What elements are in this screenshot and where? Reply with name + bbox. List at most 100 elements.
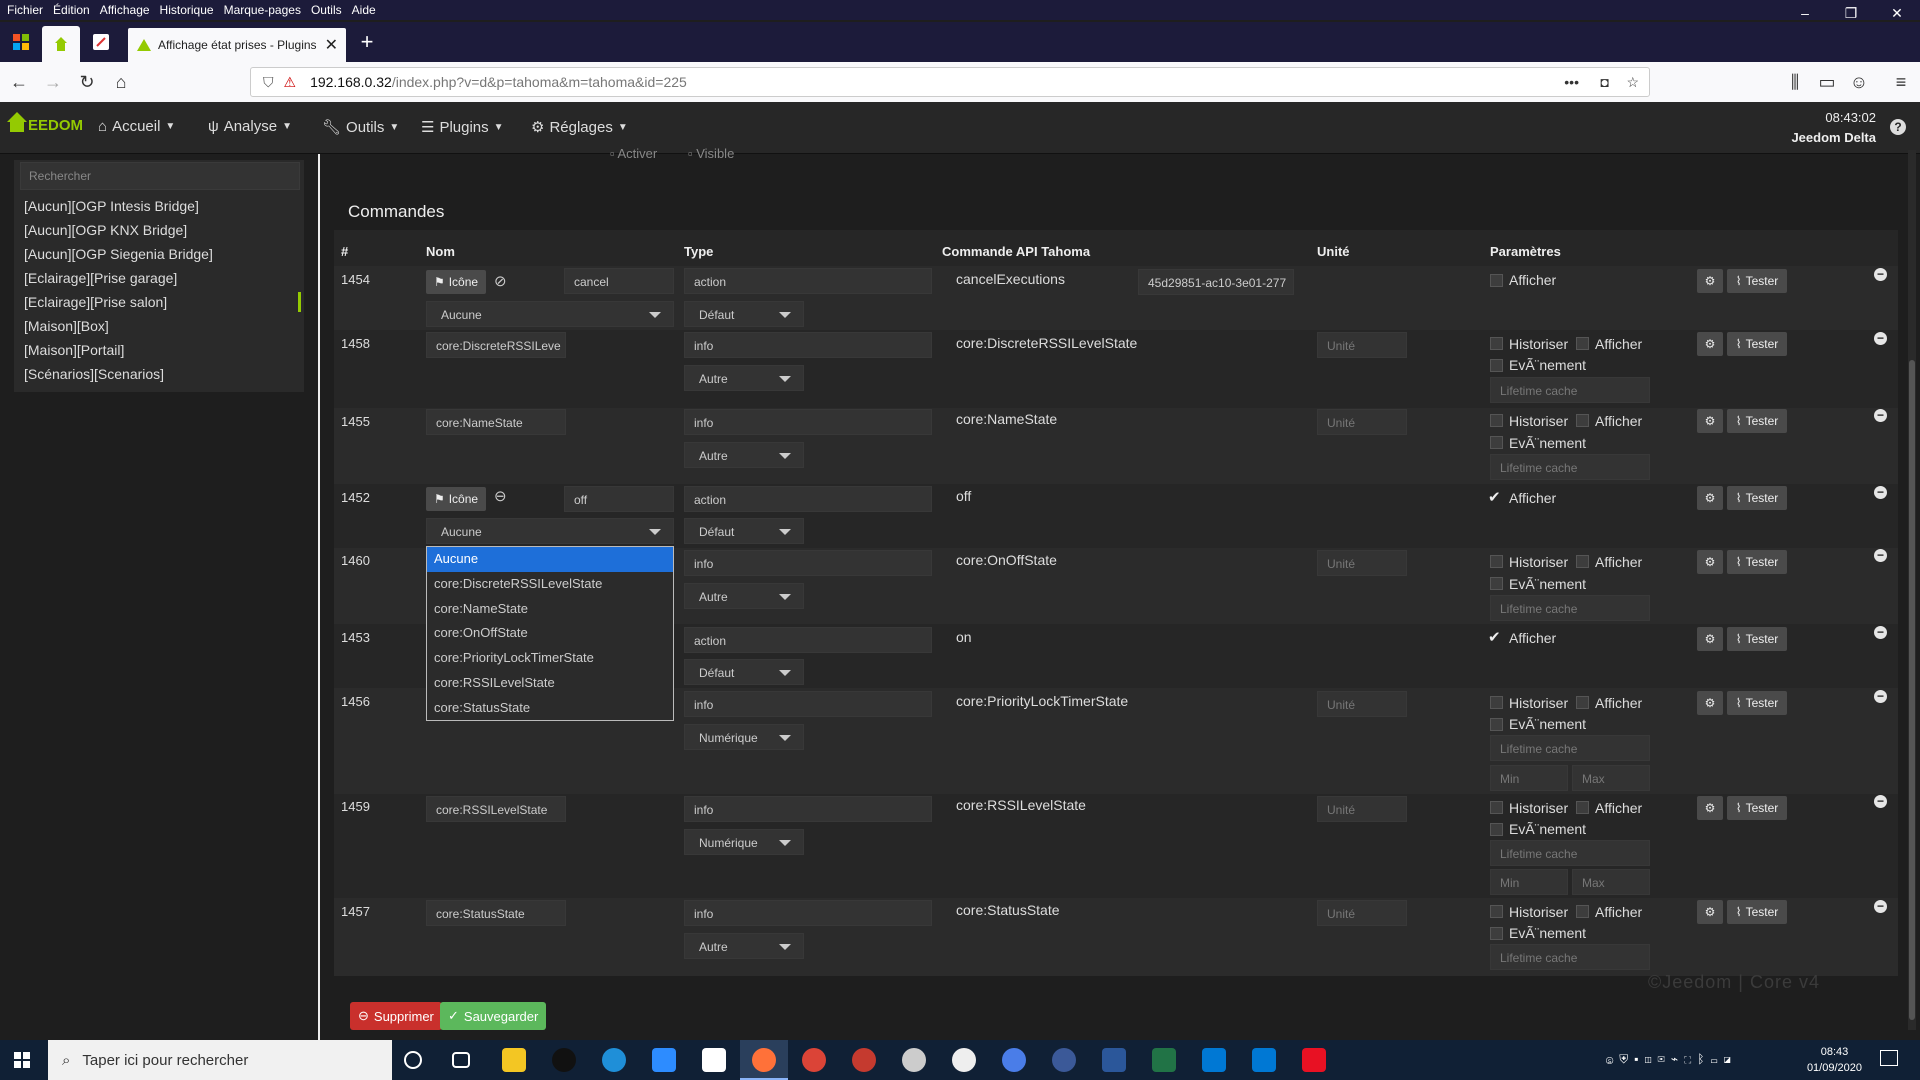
unit-input[interactable]: Unité <box>1317 691 1407 717</box>
afficher-checkbox[interactable] <box>1576 337 1589 350</box>
cortana-icon[interactable] <box>404 1051 422 1069</box>
command-name-input[interactable]: core:StatusState <box>426 900 566 926</box>
max-input[interactable]: Max <box>1572 869 1650 895</box>
home-icon[interactable]: ⌂ <box>104 72 138 93</box>
zoom-icon[interactable] <box>652 1048 676 1072</box>
taskbar-search[interactable]: ⌕ Taper ici pour rechercher <box>48 1040 392 1080</box>
remove-command-icon[interactable]: − <box>1874 332 1887 345</box>
sidebar-item[interactable]: [Eclairage][Prise garage] <box>24 270 177 286</box>
back-icon[interactable]: ← <box>2 72 36 93</box>
menu-fichier[interactable]: Fichier <box>7 3 43 17</box>
hamburger-menu-icon[interactable]: ≡ <box>1884 72 1918 93</box>
min-input[interactable]: Min <box>1490 765 1568 791</box>
minimize-button[interactable]: – <box>1782 0 1828 24</box>
library-icon[interactable]: ⫼ <box>1778 72 1812 93</box>
type-input[interactable]: info <box>684 409 932 435</box>
save-button[interactable]: ✓ Sauvegarder <box>440 1002 547 1030</box>
app-icon-4[interactable] <box>1002 1048 1026 1072</box>
delete-button[interactable]: ⊖ Supprimer <box>350 1002 442 1030</box>
icon-button[interactable]: ⚑ Icône <box>426 270 486 294</box>
windows-icon[interactable] <box>2 26 40 58</box>
historiser-checkbox[interactable] <box>1490 801 1503 814</box>
historiser-checkbox[interactable] <box>1490 905 1503 918</box>
evenement-checkbox[interactable] <box>1490 927 1503 940</box>
config-button[interactable]: ⚙ <box>1697 691 1723 715</box>
lifetime-cache-input[interactable]: Lifetime cache <box>1490 735 1650 761</box>
sidebar-item[interactable]: [Aucun][OGP Intesis Bridge] <box>24 198 199 214</box>
config-button[interactable]: ⚙ <box>1697 550 1723 574</box>
firefox-icon[interactable] <box>752 1048 776 1072</box>
sidebar-item[interactable]: [Maison][Portail] <box>24 342 124 358</box>
app-icon-3[interactable] <box>952 1048 976 1072</box>
unit-input[interactable]: Unité <box>1317 550 1407 576</box>
sidebar-item[interactable]: [Aucun][OGP KNX Bridge] <box>24 222 187 238</box>
menu-affichage[interactable]: Affichage <box>100 3 150 17</box>
pocket-icon[interactable]: ◘ <box>1601 74 1609 90</box>
afficher-checkbox[interactable] <box>1576 801 1589 814</box>
command-name-input[interactable]: cancel <box>564 268 674 294</box>
remove-command-icon[interactable]: − <box>1874 549 1887 562</box>
lifetime-cache-input[interactable]: Lifetime cache <box>1490 595 1650 621</box>
afficher-checkbox[interactable] <box>1490 274 1503 287</box>
historiser-checkbox[interactable] <box>1490 555 1503 568</box>
menu-aide[interactable]: Aide <box>352 3 376 17</box>
subtype-select[interactable]: Défaut <box>684 301 804 327</box>
close-tab-icon[interactable]: ✕ <box>325 35 338 55</box>
afficher-checkbox[interactable] <box>1576 696 1589 709</box>
historiser-checkbox[interactable] <box>1490 696 1503 709</box>
test-button[interactable]: ⌇ Tester <box>1727 269 1787 293</box>
remove-command-icon[interactable]: − <box>1874 795 1887 808</box>
sidebar-search-input[interactable]: Rechercher <box>20 162 300 190</box>
menu-plugins[interactable]: ☰ Plugins ▼ <box>421 118 504 137</box>
file-explorer-icon[interactable] <box>502 1048 526 1072</box>
menu-edition[interactable]: Édition <box>53 3 90 17</box>
unit-input[interactable]: Unité <box>1317 332 1407 358</box>
dropdown-option[interactable]: Aucune <box>427 547 673 572</box>
start-icon[interactable] <box>14 1052 30 1071</box>
dropdown-option[interactable]: core:NameState <box>427 597 673 622</box>
subtype-select[interactable]: Numérique <box>684 829 804 855</box>
type-input[interactable]: info <box>684 900 932 926</box>
test-button[interactable]: ⌇ Tester <box>1727 550 1787 574</box>
menu-reglages[interactable]: ⚙ Réglages ▼ <box>531 118 628 137</box>
app-icon-2[interactable] <box>902 1048 926 1072</box>
new-tab-icon[interactable]: + <box>348 26 386 58</box>
afficher-checkbox[interactable] <box>1576 905 1589 918</box>
remove-command-icon[interactable]: − <box>1874 409 1887 422</box>
outlook-icon-2[interactable] <box>1252 1048 1276 1072</box>
evenement-checkbox[interactable] <box>1490 718 1503 731</box>
command-name-input[interactable]: core:NameState <box>426 409 566 435</box>
type-input[interactable]: action <box>684 268 932 294</box>
type-input[interactable]: info <box>684 550 932 576</box>
remove-command-icon[interactable]: − <box>1874 900 1887 913</box>
system-tray-icons[interactable]: ⓢ⛨▪◫✉⌁⛶ᛒ▭◪ <box>1606 1052 1737 1067</box>
lifetime-cache-input[interactable]: Lifetime cache <box>1490 454 1650 480</box>
help-icon[interactable]: ? <box>1890 119 1906 135</box>
afficher-checked-icon[interactable]: ✔ <box>1488 628 1501 646</box>
chrome-icon[interactable] <box>802 1048 826 1072</box>
subtype-select[interactable]: Autre <box>684 583 804 609</box>
dropdown-option[interactable]: core:DiscreteRSSILevelState <box>427 572 673 597</box>
max-input[interactable]: Max <box>1572 765 1650 791</box>
dropdown-option[interactable]: core:PriorityLockTimerState <box>427 646 673 671</box>
test-button[interactable]: ⌇ Tester <box>1727 796 1787 820</box>
app-icon-6[interactable] <box>1302 1048 1326 1072</box>
dropdown-option[interactable]: core:OnOffState <box>427 621 673 646</box>
unit-input[interactable]: Unité <box>1317 409 1407 435</box>
subtype-select[interactable]: Défaut <box>684 659 804 685</box>
type-input[interactable]: info <box>684 691 932 717</box>
unit-input[interactable]: Unité <box>1317 900 1407 926</box>
lifetime-cache-input[interactable]: Lifetime cache <box>1490 377 1650 403</box>
sidebar-toggle-icon[interactable]: ▭ <box>1810 72 1844 93</box>
app-icon[interactable] <box>552 1048 576 1072</box>
evenement-checkbox[interactable] <box>1490 577 1503 590</box>
command-name-input[interactable]: off <box>564 486 674 512</box>
task-view-icon[interactable] <box>452 1052 470 1068</box>
value-select[interactable]: Aucune <box>426 301 674 327</box>
remove-command-icon[interactable]: − <box>1874 626 1887 639</box>
subtype-select[interactable]: Défaut <box>684 518 804 544</box>
evenement-checkbox[interactable] <box>1490 359 1503 372</box>
test-button[interactable]: ⌇ Tester <box>1727 486 1787 510</box>
evenement-checkbox[interactable] <box>1490 436 1503 449</box>
taskbar-clock[interactable]: 08:43 01/09/2020 <box>1807 1044 1862 1076</box>
